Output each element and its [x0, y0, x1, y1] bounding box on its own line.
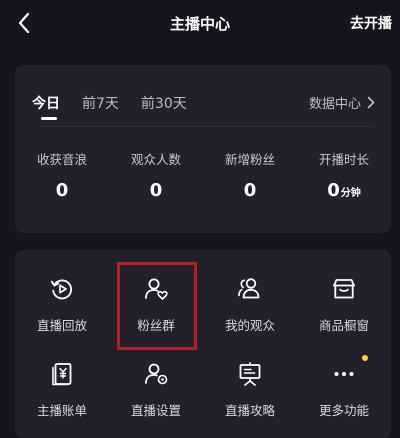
- date-range-tabs: 今日 前7天 前30天: [32, 93, 209, 120]
- tools-row: 主播账单 直播设置 直播攻略 更多功能: [15, 355, 391, 438]
- stat-label: 观众人数: [130, 152, 181, 167]
- tool-more-features[interactable]: 更多功能: [297, 355, 391, 432]
- stat-value: 0分钟: [327, 180, 361, 201]
- notification-dot: [362, 355, 368, 361]
- top-bar: 主播中心 去开播: [0, 0, 400, 46]
- tool-fan-group[interactable]: 粉丝群: [109, 262, 203, 350]
- tool-label: 商品橱窗: [318, 318, 369, 333]
- stat-label: 新增粉丝: [224, 152, 275, 167]
- stat-unit: 分钟: [340, 188, 361, 199]
- tool-label: 直播设置: [130, 403, 181, 418]
- stat-number: 0: [327, 180, 340, 201]
- stat-sound-waves[interactable]: 收获音浪 0: [15, 149, 109, 201]
- stat-value: 0: [55, 180, 69, 201]
- settings-icon: [145, 363, 168, 385]
- more-icon: [334, 372, 354, 376]
- go-live-button[interactable]: 去开播: [350, 13, 392, 33]
- data-center-label: 数据中心: [308, 97, 361, 112]
- stat-label: 收获音浪: [36, 152, 87, 167]
- active-tab-indicator: [41, 117, 57, 120]
- audience-icon: [238, 278, 260, 299]
- tool-live-settings[interactable]: 直播设置: [109, 357, 203, 432]
- tool-label: 更多功能: [318, 403, 369, 418]
- tool-live-guide[interactable]: 直播攻略: [203, 357, 297, 432]
- tools-grid: 直播回放 粉丝群 我的观众 商品橱窗 主播账单 直播设置 直播攻略 更多功能: [15, 262, 391, 438]
- data-center-link[interactable]: 数据中心: [309, 93, 375, 112]
- stat-live-duration[interactable]: 开播时长 0分钟: [297, 149, 391, 201]
- chevron-left-icon: [18, 12, 30, 34]
- page-title: 主播中心: [169, 14, 230, 33]
- tool-label: 我的观众: [224, 318, 275, 333]
- back-button[interactable]: [10, 9, 38, 37]
- tool-label: 直播回放: [36, 318, 87, 333]
- tool-my-audience[interactable]: 我的观众: [203, 272, 297, 347]
- tools-card: 直播回放 粉丝群 我的观众 商品橱窗 主播账单 直播设置 直播攻略 更多功能: [15, 250, 391, 438]
- stat-label: 开播时长: [318, 152, 369, 167]
- guide-icon: [239, 362, 261, 386]
- bill-icon: [52, 363, 72, 386]
- tab-7-days[interactable]: 前7天: [82, 93, 119, 113]
- stat-value: 0: [149, 180, 163, 201]
- tool-live-replay[interactable]: 直播回放: [15, 272, 109, 347]
- tab-30-days[interactable]: 前30天: [141, 93, 187, 113]
- stats-row: 收获音浪 0 观众人数 0 新增粉丝 0 开播时长 0分钟: [15, 149, 391, 201]
- divider: [37, 126, 373, 127]
- replay-icon: [50, 279, 73, 300]
- chevron-right-icon: [367, 96, 375, 109]
- stat-value: 0: [243, 180, 257, 201]
- tool-label: 直播攻略: [224, 403, 275, 418]
- stat-viewers[interactable]: 观众人数 0: [109, 149, 203, 201]
- tool-shop-window[interactable]: 商品橱窗: [297, 272, 391, 347]
- tab-today[interactable]: 今日: [32, 93, 60, 113]
- highlight-frame: [117, 262, 197, 350]
- tool-label: 主播账单: [36, 403, 87, 418]
- tool-streamer-bill[interactable]: 主播账单: [15, 357, 109, 432]
- tools-row: 直播回放 粉丝群 我的观众 商品橱窗: [15, 262, 391, 357]
- stat-new-fans[interactable]: 新增粉丝 0: [203, 149, 297, 201]
- stats-card: 今日 前7天 前30天 数据中心 收获音浪 0 观众人数 0 新增粉丝 0 开播…: [15, 65, 391, 233]
- shop-window-icon: [333, 279, 355, 299]
